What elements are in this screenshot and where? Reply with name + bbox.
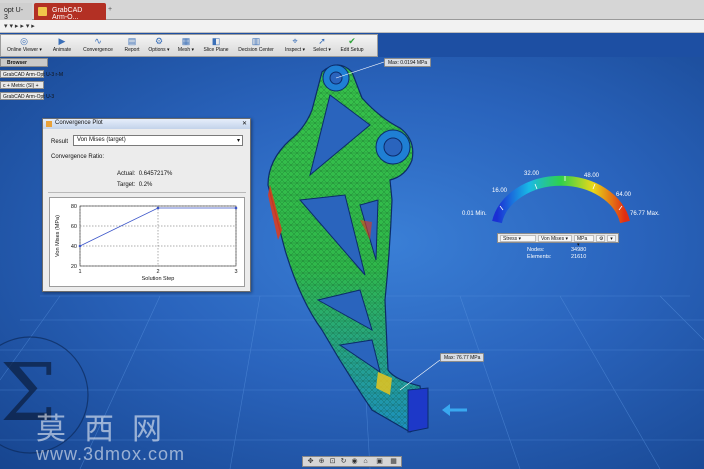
legend-tick-32: 32.00 [524,171,540,177]
decision-center-button[interactable]: ▥ Decision Center [237,36,275,57]
navigation-bar: ✥ ⊕ ⊡ ↻ ◉ ⌂ ▣ ▦ [302,456,402,467]
data-point [234,206,238,210]
window-icon [46,121,52,127]
edit-setup-icon: ✔ [348,36,356,46]
y-axis-label: Von Mises (MPa) [55,215,61,257]
watermark-chinese: 莫西网 [36,412,180,447]
pan-icon[interactable]: ✥ [306,458,315,466]
load-arrow [442,404,467,416]
home-view-icon[interactable]: ⌂ [361,458,370,466]
look-at-icon[interactable]: ◉ [350,458,359,466]
decision-center-icon: ▥ [251,36,261,46]
bracket-part[interactable] [267,64,429,433]
tab-opt[interactable]: opt U-3 [0,3,32,21]
convergence-chart: 20 40 60 80 1 2 3 Solution Step Von Mises (MPa) [49,197,245,287]
select-button[interactable]: ➚ Select ▾ [311,36,333,57]
tab-bar: opt U-3 GrabCAD Arm-O... + [0,0,704,21]
result-select[interactable]: Von Mises (target) ▾ [73,135,243,146]
convergence-title: Convergence Plot [55,120,103,126]
orbit-icon[interactable]: ↻ [339,458,348,466]
browser-header[interactable]: Browser [0,58,48,67]
elements-value: 21610 [571,254,587,260]
ribbon-toolbar: ◎ Online Viewer ▾ ▶ Animate ∿ Convergenc… [0,34,378,57]
zoom-window-icon[interactable]: ⊡ [328,458,337,466]
inspect-icon: ⌖ [292,36,298,46]
slice-plane-icon: ◧ [211,36,221,46]
actual-value: 0.6457217% [138,171,173,177]
actual-row: Actual: 0.6457217% [117,171,172,177]
divider [48,192,246,193]
units-select[interactable]: MPa ▾ [574,235,594,248]
chevron-down-icon: ▾ [236,138,240,144]
actual-label: Actual: [117,171,136,177]
result-component-select[interactable]: Von Mises ▾ [538,235,572,242]
legend-tick-16: 16.00 [492,188,508,194]
report-icon: ▤ [127,36,137,46]
options-icon: ⚙ [154,36,164,46]
animate-button[interactable]: ▶ Animate [49,36,75,57]
legend-dropdown-icon[interactable]: ▾ [607,235,616,242]
legend-min-label: 0.01 Min. [462,211,487,217]
x-tick-label: 2 [156,269,159,275]
target-label: Target: [117,182,136,188]
slice-plane-button[interactable]: ◧ Slice Plane [203,36,229,57]
tab-label: GrabCAD Arm-O... [52,7,83,21]
new-tab-button[interactable]: + [108,3,116,20]
edit-setup-button[interactable]: ✔ Edit Setup [339,36,365,57]
animate-icon: ▶ [58,36,66,46]
x-tick-label: 1 [78,269,81,275]
min-callout[interactable]: Max: 76.77 MPa [440,353,485,362]
online-viewer-button[interactable]: ◎ Online Viewer ▾ [7,36,42,57]
legend-controls: Stress ▾ Von Mises ▾ MPa ▾ ⚙ ▾ [497,233,619,248]
tab-grabcad-arm[interactable]: GrabCAD Arm-O... [34,3,106,21]
tree-item-study[interactable]: GrabCAD Arm-Opt U-3 r-M [0,70,63,78]
select-icon: ➚ [318,36,326,46]
convergence-button[interactable]: ∿ Convergence [81,36,115,57]
legend-tick-64: 64.00 [616,192,632,198]
app-icon [38,7,47,16]
close-icon[interactable]: ✕ [242,120,247,127]
convergence-chart-svg: 20 40 60 80 1 2 3 Solution Step Von Mises (MPa) [55,204,238,282]
data-point [156,206,160,210]
convergence-titlebar[interactable]: Convergence Plot ✕ [43,119,250,129]
tree-item-model[interactable]: GrabCAD Arm-Opt U-3 [0,92,54,100]
mesh-icon: ▦ [181,36,191,46]
display-mode-icon[interactable]: ▣ [375,458,384,466]
report-button[interactable]: ▤ Report [121,36,143,57]
max-callout[interactable]: Max: 0.0194 MPa [384,58,432,67]
options-button[interactable]: ⚙ Options ▾ [147,36,171,57]
y-tick-label: 60 [71,224,77,230]
nodes-label: Nodes: [527,247,545,253]
y-tick-label: 80 [71,204,77,210]
data-point [78,244,82,248]
x-tick-label: 3 [234,269,237,275]
elements-label: Elements: [527,254,552,260]
result-type-select[interactable]: Stress ▾ [500,235,536,242]
convergence-icon: ∿ [94,36,102,46]
convergence-plot-window[interactable]: Convergence Plot ✕ Result Von Mises (tar… [42,118,251,292]
mesh-button[interactable]: ▦ Mesh ▾ [175,36,197,57]
legend-settings-icon[interactable]: ⚙ [596,235,605,242]
quick-access-bar: ▾ ▾ ▸ ▸ ▾ ▸ [0,20,704,33]
zoom-icon[interactable]: ⊕ [317,458,326,466]
target-value: 0.2% [138,182,153,188]
result-label: Result [51,139,69,145]
quick-access-controls[interactable]: ▾ ▾ ▸ ▸ ▾ ▸ [4,23,35,30]
y-tick-label: 20 [71,264,77,270]
inspect-button[interactable]: ⌖ Inspect ▾ [283,36,307,57]
watermark-url: www.3dmox.com [36,444,186,464]
legend-max-label: 76.77 Max. [630,211,660,217]
convergence-ratio-label: Convergence Ratio: [51,154,105,160]
stress-legend-arc [492,175,630,224]
grid-toggle-icon[interactable]: ▦ [389,458,398,466]
tree-item-units[interactable]: c + Metric (SI) + [0,81,44,89]
viewer-icon: ◎ [20,36,28,46]
result-select-value: Von Mises (target) [77,137,126,143]
x-axis-label: Solution Step [142,276,175,282]
legend-tick-48: 48.00 [584,173,600,179]
target-row: Target: 0.2% [117,182,152,188]
y-tick-label: 40 [71,244,77,250]
